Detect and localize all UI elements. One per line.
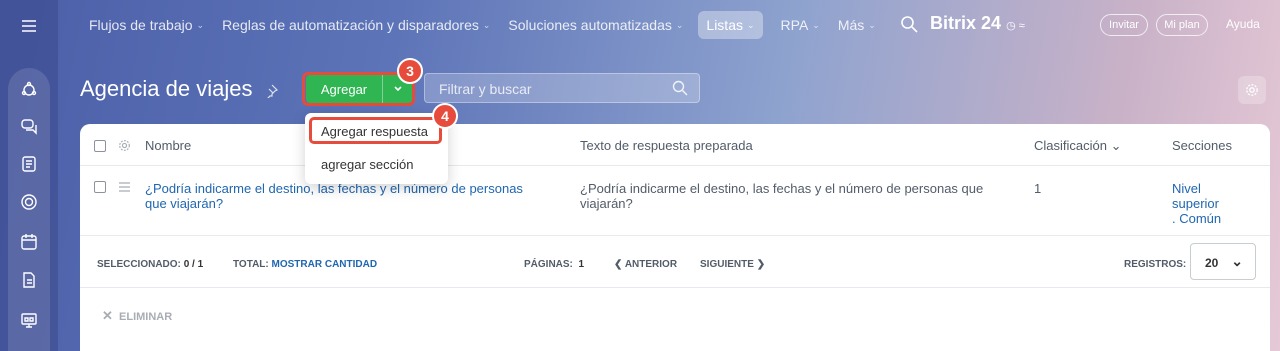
chevron-down-icon: ⌄ [196, 19, 205, 30]
search-icon[interactable] [672, 80, 688, 96]
menu-item-add-section[interactable]: agregar sección [321, 157, 414, 172]
row-section-link[interactable]: Nivel superior . Común [1172, 181, 1221, 226]
column-header-text[interactable]: Texto de respuesta preparada [580, 138, 753, 153]
prev-page-button[interactable]: ❮ ANTERIOR [614, 257, 677, 272]
selected-count: SELECCIONADO: 0 / 1 [97, 259, 204, 270]
chevron-right-icon: ❯ [756, 259, 766, 270]
document-icon[interactable] [13, 148, 45, 180]
help-link[interactable]: Ayuda [1226, 17, 1260, 31]
drag-handle-icon[interactable] [118, 181, 131, 193]
automation-icon[interactable] [13, 74, 45, 106]
pages-info: PÁGINAS: 1 [524, 259, 585, 270]
chevron-down-icon: ⌄ [812, 19, 820, 30]
nav-item-more[interactable]: Más ⌄ [838, 17, 876, 33]
highlight-add-answer [309, 117, 442, 144]
row-answer-text: ¿Podría indicarme el destino, las fechas… [580, 181, 984, 211]
show-count-link[interactable]: MOSTRAR CANTIDAD [272, 259, 378, 270]
close-icon: ✕ [102, 308, 113, 323]
chevron-down-icon: ⌄ [482, 19, 491, 30]
column-header-sections[interactable]: Secciones [1172, 138, 1232, 153]
invite-button[interactable]: Invitar [1100, 14, 1148, 36]
column-header-name[interactable]: Nombre [145, 138, 191, 153]
file-icon[interactable] [13, 264, 45, 296]
chevron-down-icon: ⌄ [1231, 253, 1243, 269]
table-header: Nombre Texto de respuesta preparada Clas… [80, 124, 1270, 166]
gear-icon[interactable] [118, 139, 131, 152]
records-label: REGISTROS: [1124, 259, 1187, 270]
chat-icon[interactable] [13, 110, 45, 142]
next-page-button[interactable]: SIGUIENTE ❯ [700, 257, 765, 272]
top-nav: Flujos de trabajo ⌄ Reglas de automatizac… [58, 0, 1280, 50]
row-checkbox[interactable] [94, 181, 106, 193]
grid-footer: SELECCIONADO: 0 / 1 TOTAL: MOSTRAR CANTI… [80, 236, 1270, 288]
clock-icon: ◷ ≈ [1006, 20, 1025, 32]
my-plan-button[interactable]: Mi plan [1156, 14, 1208, 36]
nav-item-automated-solutions[interactable]: Soluciones automatizadas ⌄ [508, 17, 683, 33]
chevron-down-icon: ⌄ [868, 19, 876, 30]
page-title: Agencia de viajes [80, 76, 253, 101]
step-badge-3: 3 [397, 58, 423, 84]
chevron-down-icon: ⌄ [1110, 138, 1122, 153]
step-badge-4: 4 [432, 103, 458, 129]
chevron-left-icon: ❮ [614, 259, 623, 270]
select-all-checkbox[interactable] [94, 140, 106, 152]
chevron-down-icon: ⌄ [746, 19, 755, 30]
menu-icon[interactable] [13, 10, 45, 42]
filter-search-input[interactable]: Filtrar y buscar [424, 73, 700, 103]
list-grid: Nombre Texto de respuesta preparada Clas… [80, 124, 1270, 351]
records-per-page-select[interactable]: 20 ⌄ [1190, 243, 1256, 280]
calendar-icon[interactable] [13, 226, 45, 258]
target-icon[interactable] [13, 186, 45, 218]
board-icon[interactable] [13, 304, 45, 336]
nav-item-rpa[interactable]: RPA ⌄ [781, 17, 820, 33]
chevron-down-icon: ⌄ [675, 19, 684, 30]
row-rank: 1 [1034, 181, 1042, 196]
settings-button[interactable] [1238, 76, 1266, 104]
row-name-link[interactable]: ¿Podría indicarme el destino, las fechas… [145, 181, 545, 211]
delete-action[interactable]: ✕ ELIMINAR [102, 308, 172, 324]
table-row: ¿Podría indicarme el destino, las fechas… [80, 166, 1270, 236]
column-header-rank[interactable]: Clasificación ⌄ [1034, 138, 1122, 153]
nav-item-workflows[interactable]: Flujos de trabajo ⌄ [89, 17, 204, 33]
left-rail [0, 0, 58, 351]
gear-icon [1246, 84, 1258, 96]
total-count: TOTAL: MOSTRAR CANTIDAD [233, 259, 378, 270]
nav-item-lists[interactable]: Listas ⌄ [698, 11, 763, 39]
pin-icon[interactable] [264, 84, 278, 98]
nav-item-automation-rules[interactable]: Reglas de automatización y disparadores ⌄ [222, 17, 490, 33]
search-icon[interactable] [900, 15, 918, 33]
brand-logo: Bitrix 24 ◷ ≈ [930, 13, 1025, 33]
